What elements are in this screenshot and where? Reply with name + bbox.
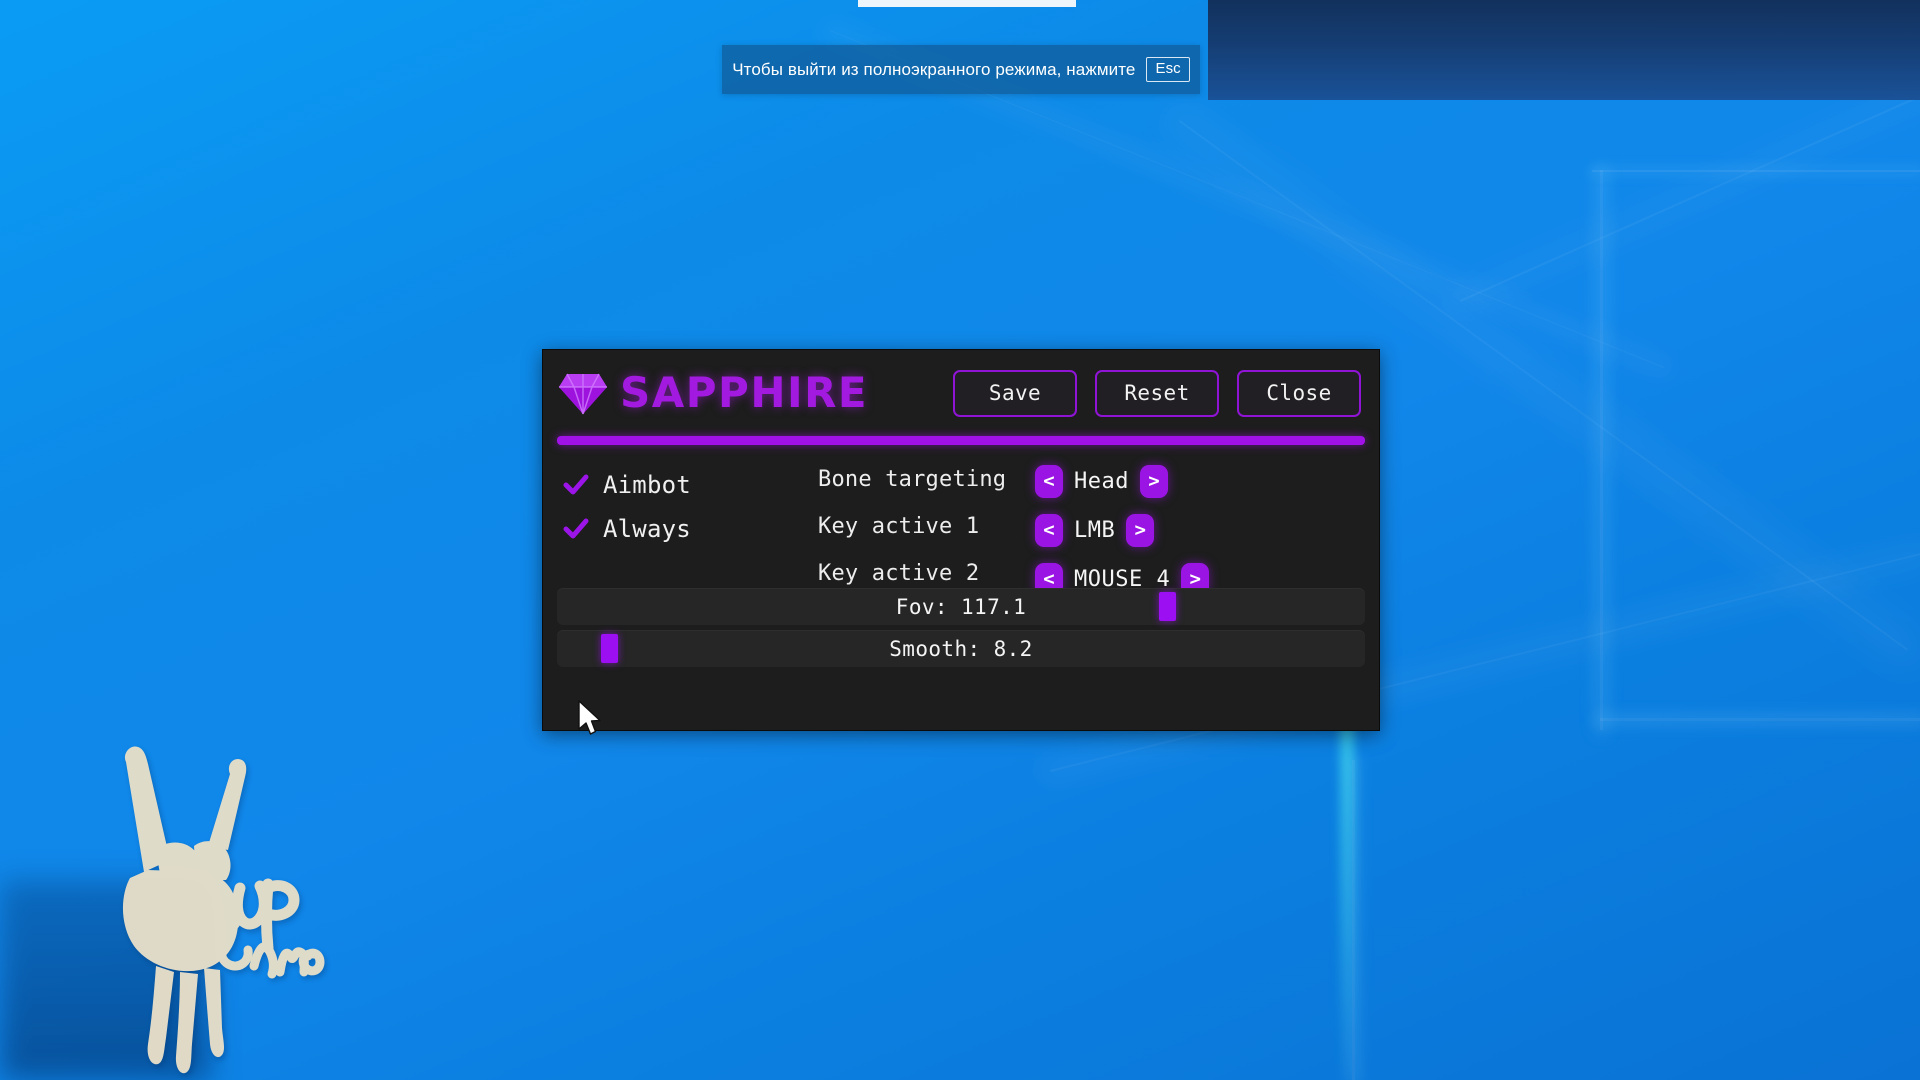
toggle-column: Aimbot Always bbox=[563, 471, 793, 543]
wallpaper-shadow bbox=[0, 880, 210, 1080]
panel-body: Aimbot Always Bone targeting Key active … bbox=[543, 445, 1379, 677]
checkbox-row-always[interactable]: Always bbox=[563, 515, 793, 543]
checkbox-row-aimbot[interactable]: Aimbot bbox=[563, 471, 793, 499]
check-icon bbox=[563, 518, 589, 539]
smooth-slider-handle[interactable] bbox=[601, 634, 619, 663]
fov-slider-handle[interactable] bbox=[1158, 592, 1176, 621]
prev-arrow-icon[interactable]: < bbox=[1035, 514, 1063, 547]
save-button[interactable]: Save bbox=[953, 369, 1077, 417]
accent-divider bbox=[557, 436, 1365, 445]
selector-key-active-1: < LMB > bbox=[1035, 514, 1365, 547]
fov-slider[interactable]: Fov: 117.1 bbox=[557, 588, 1365, 625]
fullscreen-exit-notification: Чтобы выйти из полноэкранного режима, на… bbox=[722, 45, 1200, 94]
smooth-slider[interactable]: Smooth: 8.2 bbox=[557, 630, 1365, 667]
wallpaper-glow-edge bbox=[1340, 700, 1354, 1080]
header-actions: Save Reset Close bbox=[953, 369, 1361, 417]
selector-value-key-active-1: LMB bbox=[1074, 518, 1116, 543]
background-light-beam bbox=[1460, 15, 1920, 302]
slider-stack: Fov: 117.1 Smooth: 8.2 bbox=[557, 588, 1365, 667]
selector-column: < Head > < LMB > < MOUSE 4 > bbox=[1035, 465, 1365, 596]
next-arrow-icon[interactable]: > bbox=[1139, 465, 1168, 498]
panel-header: SAPPHIRE Save Reset Close bbox=[543, 350, 1379, 436]
prev-arrow-icon[interactable]: < bbox=[1035, 465, 1063, 498]
top-edge-strip bbox=[858, 0, 1076, 7]
sapphire-cheat-panel: SAPPHIRE Save Reset Close Aimbot Always bbox=[542, 349, 1380, 731]
selector-value-bone-targeting: Head bbox=[1074, 469, 1129, 494]
page-title: SAPPHIRE bbox=[620, 368, 869, 417]
selector-bone-targeting: < Head > bbox=[1035, 465, 1365, 498]
brand-area: SAPPHIRE bbox=[557, 370, 868, 416]
wallpaper-pane-edge bbox=[1600, 170, 1603, 730]
close-button[interactable]: Close bbox=[1237, 369, 1361, 417]
wallpaper-pane-edge bbox=[1352, 760, 1355, 1080]
checkbox-label-always: Always bbox=[603, 515, 691, 543]
esc-key-badge: Esc bbox=[1146, 57, 1190, 82]
check-icon bbox=[563, 474, 589, 495]
fullscreen-notification-text: Чтобы выйти из полноэкранного режима, на… bbox=[732, 59, 1136, 79]
checkbox-label-aimbot: Aimbot bbox=[603, 471, 691, 499]
gem-icon bbox=[559, 373, 607, 415]
reset-button[interactable]: Reset bbox=[1095, 369, 1219, 417]
next-arrow-icon[interactable]: > bbox=[1126, 514, 1155, 547]
fov-slider-label: Fov: 117.1 bbox=[895, 594, 1027, 619]
wallpaper-pane-edge bbox=[1600, 718, 1920, 721]
smooth-slider-label: Smooth: 8.2 bbox=[889, 636, 1033, 661]
wallpaper-pane-edge bbox=[1592, 170, 1920, 172]
